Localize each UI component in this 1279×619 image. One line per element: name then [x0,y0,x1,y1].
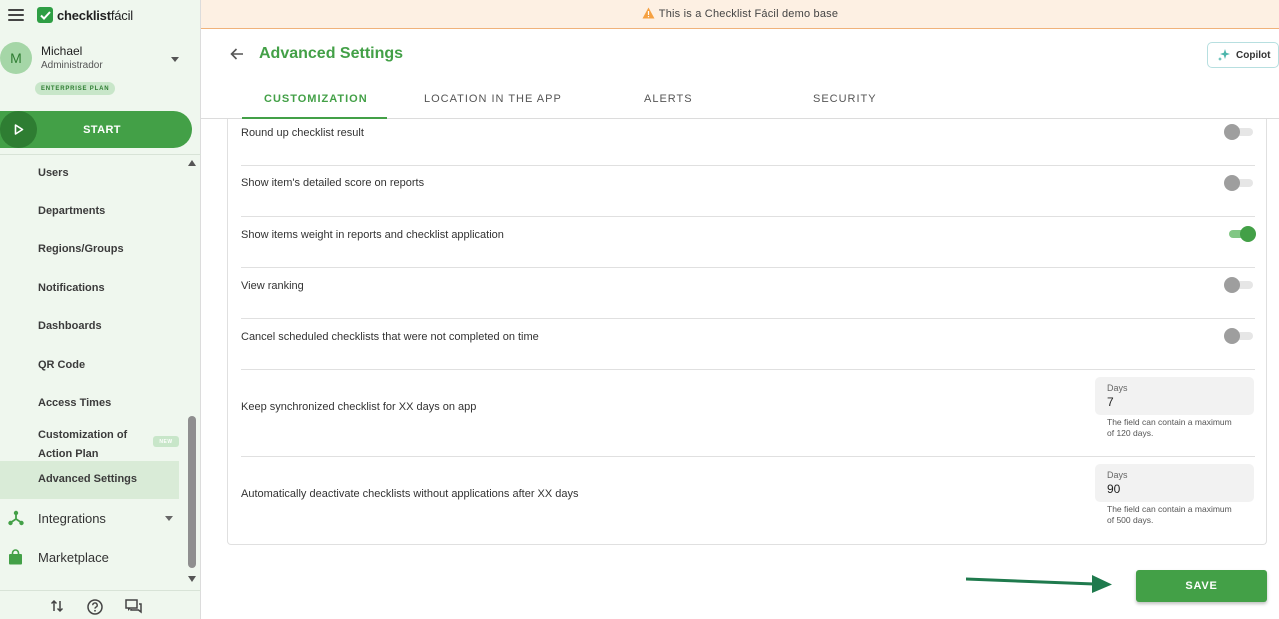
demo-banner-text: This is a Checklist Fácil demo base [658,8,839,20]
scroll-up-icon[interactable] [188,160,196,166]
sparkle-icon [1218,49,1230,61]
sidebar-item-notifications[interactable]: Notifications [0,280,185,298]
field-helper-text: The field can contain a maximum of 500 d… [1107,504,1232,525]
setting-row: Show items weight in reports and checkli… [241,217,1256,268]
tab-location-in-the-app[interactable]: LOCATION IN THE APP [424,80,562,118]
app-logo[interactable]: checklistfácil [37,7,133,23]
sidebar-item-label: QR Code [38,359,86,371]
sidebar-item-advanced-settings[interactable]: Advanced Settings [0,461,179,499]
tab-label: ALERTS [644,93,693,105]
scroll-thumb[interactable] [188,416,196,568]
page-title: Advanced Settings [259,45,404,62]
items-weight-toggle[interactable] [1226,226,1256,242]
copilot-button[interactable]: Copilot [1207,42,1279,68]
tab-alerts[interactable]: ALERTS [644,80,693,118]
save-label: SAVE [1185,580,1218,592]
start-button[interactable]: START [0,111,192,148]
setting-row: Cancel scheduled checklists that were no… [241,319,1255,370]
tab-customization[interactable]: CUSTOMIZATION [264,80,368,118]
setting-label: View ranking [241,280,304,292]
user-profile[interactable]: M Michael Administrador [0,42,201,76]
sidebar-item-integrations[interactable]: Integrations [0,505,185,531]
sidebar-item-qr-code[interactable]: QR Code [0,357,185,375]
chevron-down-icon[interactable] [171,57,179,62]
sidebar-item-access-times[interactable]: Access Times [0,395,185,413]
integrations-icon [8,510,24,529]
divider [0,154,201,155]
sidebar-footer [0,590,201,619]
sidebar-item-label: Customization of Action Plan [38,429,128,460]
sidebar-item-label: Regions/Groups [38,243,124,255]
brand-bar: checklistfácil [8,6,133,24]
sidebar-item-dashboards[interactable]: Dashboards [0,318,185,336]
user-name: Michael [41,44,83,58]
scroll-down-icon[interactable] [188,576,196,582]
checkmark-logo-icon [37,7,53,23]
field-label: Days [1107,383,1128,393]
sidebar-item-label: Notifications [38,282,105,294]
setting-row: View ranking [241,268,1255,319]
sidebar-item-label: Marketplace [38,550,109,565]
sidebar-item-regions-groups[interactable]: Regions/Groups [0,241,185,259]
tab-label: LOCATION IN THE APP [424,93,562,105]
help-icon[interactable] [87,599,103,619]
warning-icon [642,7,655,22]
user-role: Administrador [41,60,103,71]
setting-label: Round up checklist result [241,127,364,139]
field-label: Days [1107,470,1128,480]
plan-badge: ENTERPRISE PLAN [35,82,116,95]
keep-sync-days-field[interactable]: Days [1095,377,1254,415]
setting-row: Keep synchronized checklist for XX days … [241,370,1255,457]
setting-row: Round up checklist result [241,119,1255,166]
sidebar-item-label: Advanced Settings [38,473,138,485]
tab-label: SECURITY [813,93,877,105]
sidebar-item-label: Integrations [38,511,106,526]
setting-row: Automatically deactivate checklists with… [241,457,1255,545]
copilot-label: Copilot [1236,49,1271,61]
sidebar-item-label: Departments [38,205,106,217]
menu-icon[interactable] [8,9,24,21]
chevron-down-icon[interactable] [165,516,173,521]
sidebar-item-customization-action-plan[interactable]: Customization of Action Plan NEW [0,423,185,460]
setting-row: Show item's detailed score on reports [241,166,1255,217]
settings-card: Round up checklist result Show item's de… [227,119,1267,545]
arrow-right-icon [965,573,1114,600]
sidebar-item-label: Access Times [38,397,112,409]
sidebar: checklistfácil M Michael Administrador E… [0,0,201,619]
save-button[interactable]: SAVE [1136,570,1267,602]
sidebar-item-label: Users [38,167,69,179]
demo-banner: This is a Checklist Fácil demo base [201,0,1279,29]
chat-icon[interactable] [125,599,142,619]
setting-label: Cancel scheduled checklists that were no… [241,331,539,343]
auto-deactivate-days-input[interactable] [1107,482,1237,496]
view-ranking-toggle[interactable] [1224,277,1254,293]
shopping-bag-icon [8,549,23,568]
field-helper-text: The field can contain a maximum of 120 d… [1107,417,1232,438]
back-arrow-icon[interactable] [229,46,245,67]
setting-label: Show items weight in reports and checkli… [241,229,504,241]
cancel-scheduled-toggle[interactable] [1224,328,1254,344]
tab-security[interactable]: SECURITY [813,80,877,118]
sidebar-scrollbar[interactable] [186,160,198,586]
sidebar-item-marketplace[interactable]: Marketplace [0,544,185,570]
detailed-score-toggle[interactable] [1224,175,1254,191]
settings-tabs: CUSTOMIZATION LOCATION IN THE APP ALERTS… [201,80,1279,119]
round-up-result-toggle[interactable] [1224,124,1254,140]
setting-label: Keep synchronized checklist for XX days … [241,401,477,413]
sidebar-item-label: Dashboards [38,320,102,332]
tab-label: CUSTOMIZATION [264,93,368,105]
auto-deactivate-days-field[interactable]: Days [1095,464,1254,502]
keep-sync-days-input[interactable] [1107,395,1237,409]
avatar: M [0,42,32,74]
setting-label: Automatically deactivate checklists with… [241,488,579,500]
sidebar-item-departments[interactable]: Departments [0,203,185,221]
setting-label: Show item's detailed score on reports [241,177,425,189]
start-label: START [83,123,121,136]
logo-text: checklistfácil [57,7,133,23]
sort-arrows-icon[interactable] [50,599,64,618]
sidebar-item-users[interactable]: Users [0,165,185,183]
new-badge: NEW [153,436,179,447]
